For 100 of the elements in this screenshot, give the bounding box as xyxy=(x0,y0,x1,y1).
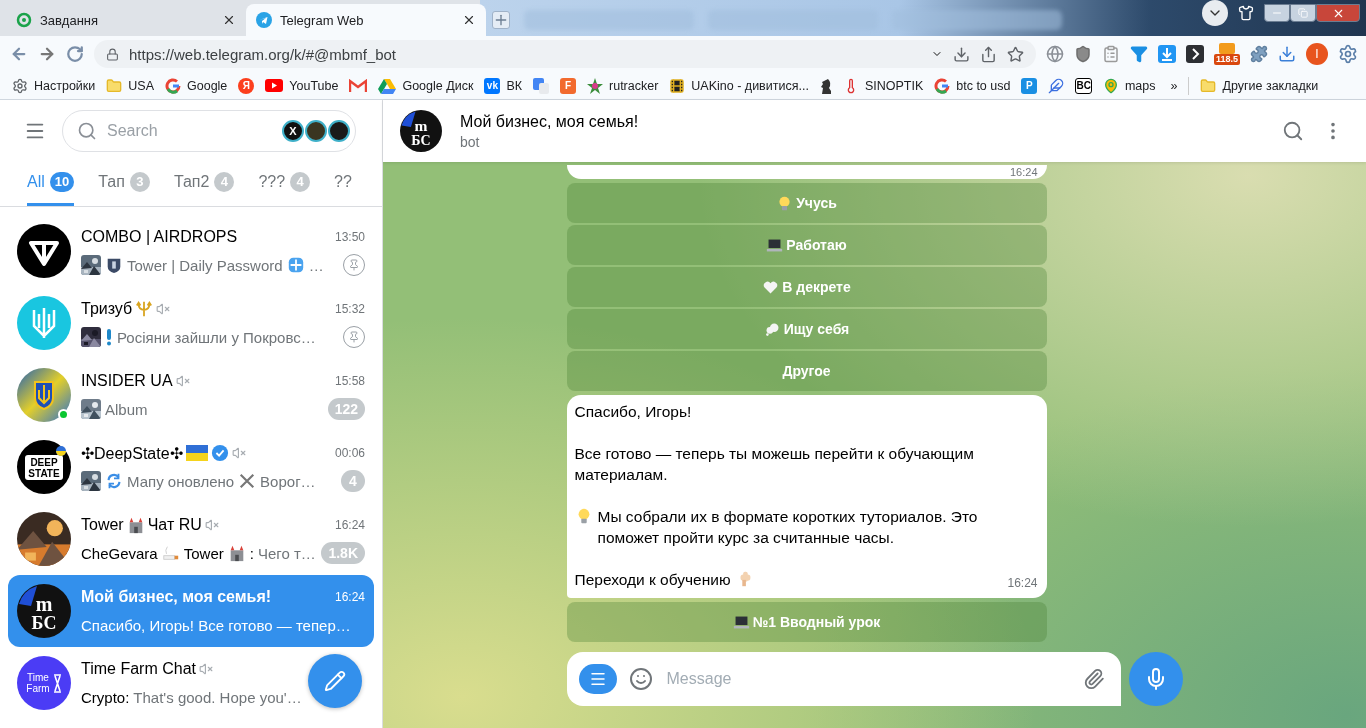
back-icon[interactable] xyxy=(10,45,28,63)
unread-count: 10 xyxy=(49,171,75,192)
chat-item[interactable]: DEEP STATE ✣DeepState✣ 00:06 Мапу оновлено Ворог… 4 xyxy=(8,431,374,503)
puzzle-icon[interactable] xyxy=(1250,45,1268,63)
folder-tab[interactable]: ?? xyxy=(334,160,352,206)
install-icon[interactable] xyxy=(952,45,970,63)
bookmark[interactable]: USA xyxy=(106,77,154,94)
menu-icon xyxy=(588,670,607,688)
bookmark[interactable]: vk ВК xyxy=(484,77,522,94)
forward-icon[interactable] xyxy=(38,45,56,63)
exclamation-icon xyxy=(105,328,113,346)
browser-tab[interactable]: Завдання xyxy=(6,4,246,36)
chat-item[interactable]: INSIDER UA 15:58 Album 122 xyxy=(8,359,374,431)
avatar-logo: Time Farm xyxy=(17,656,71,710)
chat-time: 00:06 xyxy=(334,446,365,460)
bot-menu-button[interactable] xyxy=(578,664,617,694)
avatar-logo xyxy=(17,224,71,278)
browser-tab[interactable]: Telegram Web xyxy=(246,4,486,36)
shield-icon xyxy=(105,256,123,274)
share-icon[interactable] xyxy=(979,45,997,63)
chat-item[interactable]: Time Farm Time Farm Chat Crypto: That's good. Hope you'… xyxy=(8,647,374,719)
feather-icon[interactable] xyxy=(1048,77,1065,94)
emoji-icon[interactable] xyxy=(628,667,653,691)
address-bar[interactable]: https://web.telegram.org/k/#@mbmf_bot xyxy=(94,40,1036,68)
close-icon[interactable] xyxy=(222,13,236,27)
trident-icon xyxy=(135,300,154,318)
story-avatar[interactable] xyxy=(328,120,350,142)
avatar-logo: m БС xyxy=(17,584,71,638)
compose-button[interactable] xyxy=(308,654,362,708)
globe-icon[interactable] xyxy=(1045,45,1064,63)
triangle-icon xyxy=(378,77,397,94)
new-tab-icon[interactable] xyxy=(492,11,510,29)
envelope-icon[interactable] xyxy=(349,78,368,93)
story-avatar[interactable]: X xyxy=(282,120,304,142)
message-preview: Ворог… xyxy=(260,472,316,490)
folder-tab[interactable]: ??? 4 xyxy=(258,160,311,206)
chess-knight-icon[interactable] xyxy=(819,77,832,94)
chat-name: Чат RU xyxy=(147,516,202,534)
close-button[interactable] xyxy=(1316,4,1360,22)
bookmark[interactable]: Google Диск xyxy=(378,77,474,94)
google-logo-icon xyxy=(934,77,951,94)
profile-avatar[interactable]: I xyxy=(1306,43,1328,65)
message-preview: Росіяни зайшли у Покровс… xyxy=(117,328,316,346)
reload-icon[interactable] xyxy=(66,45,84,63)
folder-tab[interactable]: Тап2 4 xyxy=(173,160,235,206)
avatar-logo: DEEP STATE xyxy=(17,440,71,494)
pushpin-icon xyxy=(348,259,360,271)
more-bookmarks-button[interactable]: » xyxy=(1170,78,1178,93)
bookmark[interactable]: maps xyxy=(1102,77,1156,94)
chat-item[interactable]: COMBO | AIRDROPS 13:50 Tower | Daily Password … xyxy=(8,215,374,287)
search-icon[interactable] xyxy=(1282,120,1304,142)
unread-count: 3 xyxy=(129,171,150,192)
logo-icon[interactable]: BC xyxy=(1075,77,1092,94)
tab-search-button[interactable] xyxy=(1202,0,1228,26)
flag-icon xyxy=(185,445,208,461)
shield-icon[interactable] xyxy=(1073,45,1092,63)
message-text: Переходи к обучению xyxy=(574,570,731,590)
chat-item[interactable]: Tower Чат RU 16:24 CheGevara Tower : Чего т… 1.8K xyxy=(8,503,374,575)
cigarette-icon xyxy=(161,544,180,562)
ring-icon xyxy=(16,12,32,28)
message-text: Спасибо, Игорь! xyxy=(574,402,692,422)
microphone-button[interactable] xyxy=(1128,652,1183,706)
bookmark[interactable]: UAKino - дивитися... xyxy=(669,77,809,94)
message-preview: That's good. Hope you'… xyxy=(133,688,302,706)
bookmark[interactable]: rutracker xyxy=(587,77,659,94)
bookmark[interactable]: SINOPTIK xyxy=(842,77,924,94)
bookmark[interactable]: YouTube xyxy=(265,78,339,93)
gift-icon xyxy=(286,256,305,274)
funnel-icon[interactable] xyxy=(1129,45,1148,63)
story-avatar[interactable] xyxy=(305,120,327,142)
bookmark[interactable]: Настройки xyxy=(12,77,96,94)
clipboard-icon[interactable] xyxy=(1101,45,1120,63)
bookmark[interactable]: Google xyxy=(165,77,228,94)
bookmark[interactable]: btc to usd xyxy=(934,77,1011,94)
message-input[interactable]: Message xyxy=(664,669,1071,689)
chat-time: 13:50 xyxy=(334,230,365,244)
message-field[interactable]: Message xyxy=(566,652,1121,706)
minimize-button[interactable] xyxy=(1264,4,1290,22)
chat-item[interactable]: Тризуб 15:32 Росіяни зайшли у Покровс… xyxy=(8,287,374,359)
chat-name: ✣DeepState✣ xyxy=(81,443,183,463)
close-icon[interactable] xyxy=(462,13,476,27)
folder-tab[interactable]: Тап 3 xyxy=(98,160,150,206)
attach-icon[interactable] xyxy=(1082,668,1105,690)
restore-button[interactable] xyxy=(1290,4,1316,22)
unread-count: 4 xyxy=(290,171,311,192)
download-icon[interactable] xyxy=(1278,45,1296,63)
logo-icon[interactable]: Я xyxy=(238,77,255,94)
bookmark[interactable]: Другие закладки xyxy=(1200,77,1319,94)
chat-name: INSIDER UA xyxy=(81,372,173,390)
star-icon[interactable] xyxy=(1006,45,1024,63)
film-icon xyxy=(669,77,686,94)
download-icon[interactable] xyxy=(1157,45,1176,63)
gear-icon[interactable] xyxy=(1338,44,1358,64)
shirt-icon[interactable] xyxy=(1238,5,1254,21)
star-icon xyxy=(587,77,603,94)
sender-name: : xyxy=(249,544,254,562)
chat-item[interactable]: m БС Мой бизнес, моя семья! 16:24 Спасибо, Игорь! Все готово — тепер… xyxy=(8,575,374,647)
message-time: 16:24 xyxy=(1009,166,1038,178)
message-preview: … xyxy=(308,256,324,274)
sender-name: Crypto: xyxy=(81,688,130,706)
